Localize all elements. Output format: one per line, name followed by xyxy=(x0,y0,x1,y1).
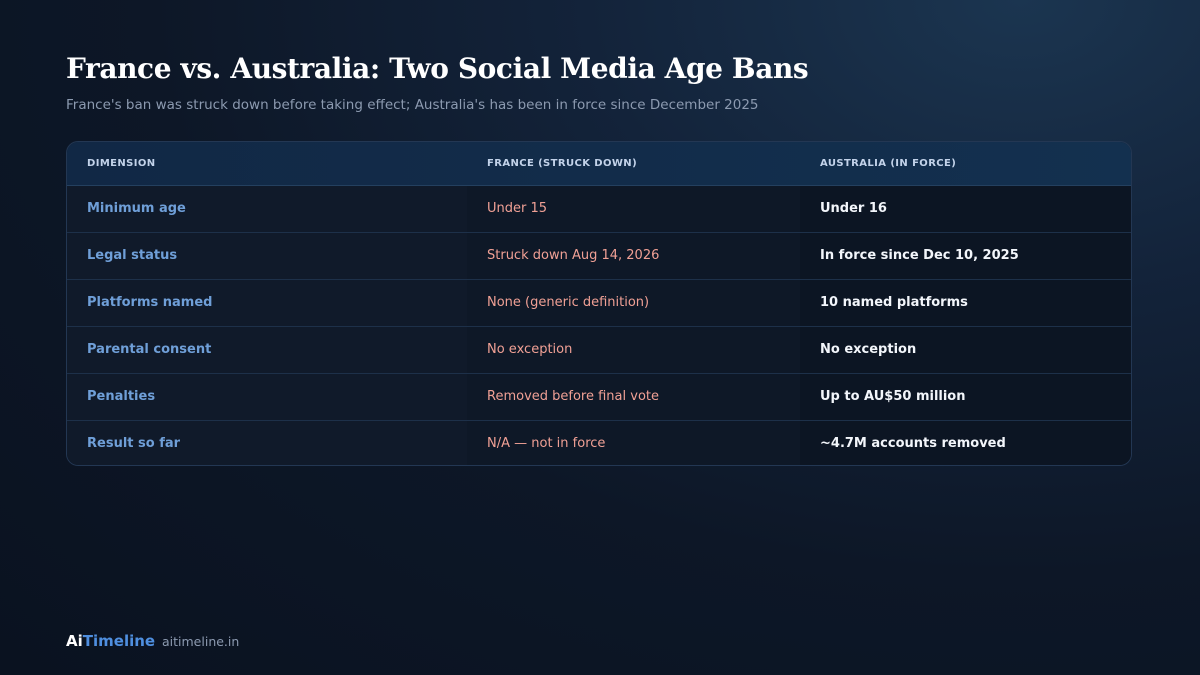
australia-cell: ~4.7M accounts removed xyxy=(800,419,1131,465)
dimension-cell: Platforms named xyxy=(67,278,467,326)
australia-cell: 10 named platforms xyxy=(800,278,1131,326)
dimension-cell: Parental consent xyxy=(67,325,467,373)
france-cell: Struck down Aug 14, 2026 xyxy=(467,231,800,279)
france-cell: None (generic definition) xyxy=(467,278,800,326)
dimension-cell: Result so far xyxy=(67,419,467,465)
table-header-row: DIMENSION FRANCE (STRUCK DOWN) AUSTRALIA… xyxy=(67,142,1131,186)
column-header-dimension: DIMENSION xyxy=(67,142,467,186)
australia-cell: No exception xyxy=(800,325,1131,373)
france-cell: N/A — not in force xyxy=(467,419,800,465)
dimension-cell: Minimum age xyxy=(67,185,467,232)
brand-logo-ai: Ai xyxy=(66,632,83,650)
table-row: Legal status Struck down Aug 14, 2026 In… xyxy=(67,231,1131,279)
page-title: France vs. Australia: Two Social Media A… xyxy=(66,52,809,85)
brand-logo-timeline: Timeline xyxy=(82,632,156,650)
table-row: Minimum age Under 15 Under 16 xyxy=(67,185,1131,232)
table-row: Result so far N/A — not in force ~4.7M a… xyxy=(67,419,1131,465)
france-cell: Under 15 xyxy=(467,185,800,232)
table-row: Platforms named None (generic definition… xyxy=(67,278,1131,326)
france-cell: No exception xyxy=(467,325,800,373)
france-cell: Removed before final vote xyxy=(467,372,800,420)
australia-cell: Up to AU$50 million xyxy=(800,372,1131,420)
page-subtitle: France's ban was struck down before taki… xyxy=(66,97,759,113)
column-header-france: FRANCE (STRUCK DOWN) xyxy=(467,142,800,186)
dimension-cell: Penalties xyxy=(67,372,467,420)
table-row: Penalties Removed before final vote Up t… xyxy=(67,372,1131,420)
column-header-australia: AUSTRALIA (IN FORCE) xyxy=(800,142,1131,186)
brand-url: aitimeline.in xyxy=(162,634,240,649)
australia-cell: Under 16 xyxy=(800,185,1131,232)
comparison-table: DIMENSION FRANCE (STRUCK DOWN) AUSTRALIA… xyxy=(66,141,1132,466)
dimension-cell: Legal status xyxy=(67,231,467,279)
table-row: Parental consent No exception No excepti… xyxy=(67,325,1131,373)
australia-cell: In force since Dec 10, 2025 xyxy=(800,231,1131,279)
brand-logo: AiTimeline xyxy=(66,632,155,650)
